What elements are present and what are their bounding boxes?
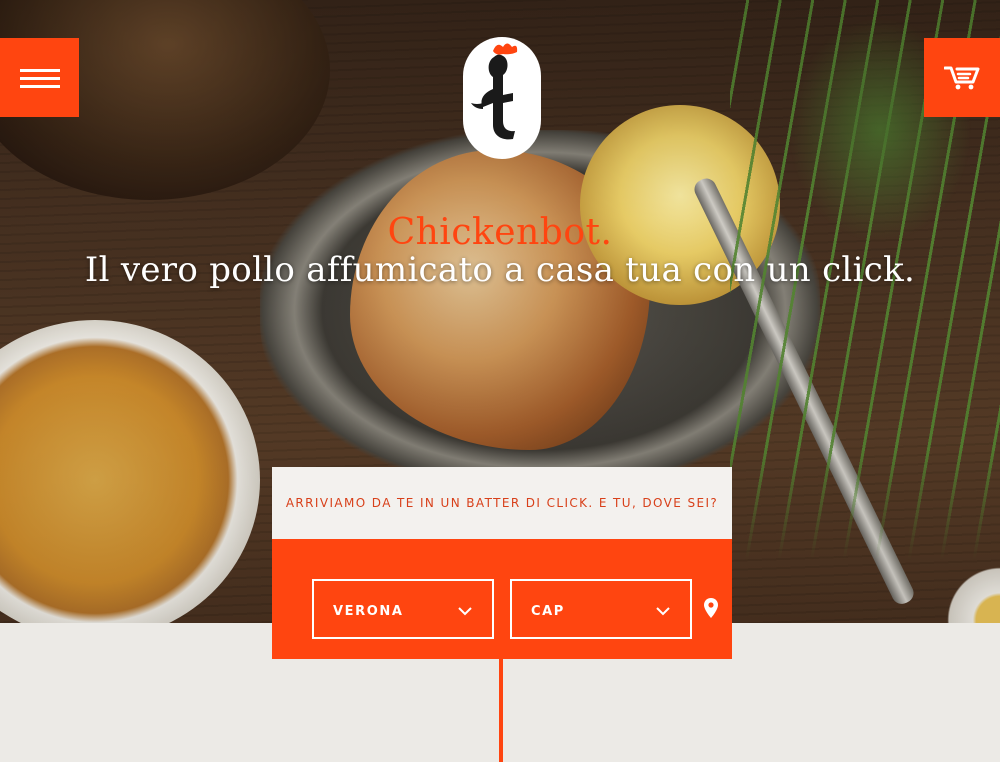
cap-select-value: CAP — [531, 603, 565, 619]
cap-select[interactable]: CAP — [510, 579, 692, 639]
shopping-cart-icon — [944, 66, 980, 89]
location-selector: ARRIVIAMO DA TE IN UN BATTER DI CLICK. E… — [272, 467, 732, 659]
hero-tagline: Il vero pollo affumicato a casa tua con … — [84, 250, 916, 290]
location-form: VERONA CAP — [272, 539, 732, 659]
menu-button[interactable] — [0, 38, 79, 117]
chevron-down-icon — [656, 606, 670, 615]
location-prompt: ARRIVIAMO DA TE IN UN BATTER DI CLICK. E… — [272, 467, 732, 539]
cart-button[interactable] — [924, 38, 1000, 117]
hamburger-menu-icon — [19, 68, 60, 88]
chickenbot-logo[interactable] — [463, 37, 541, 159]
map-pin-icon[interactable] — [704, 598, 718, 618]
city-select[interactable]: VERONA — [312, 579, 494, 639]
chevron-down-icon — [458, 606, 472, 615]
city-select-value: VERONA — [333, 603, 404, 619]
divider-line — [499, 659, 503, 762]
brand-name: Chickenbot. — [387, 212, 613, 253]
chicken-logo-icon — [471, 43, 518, 140]
